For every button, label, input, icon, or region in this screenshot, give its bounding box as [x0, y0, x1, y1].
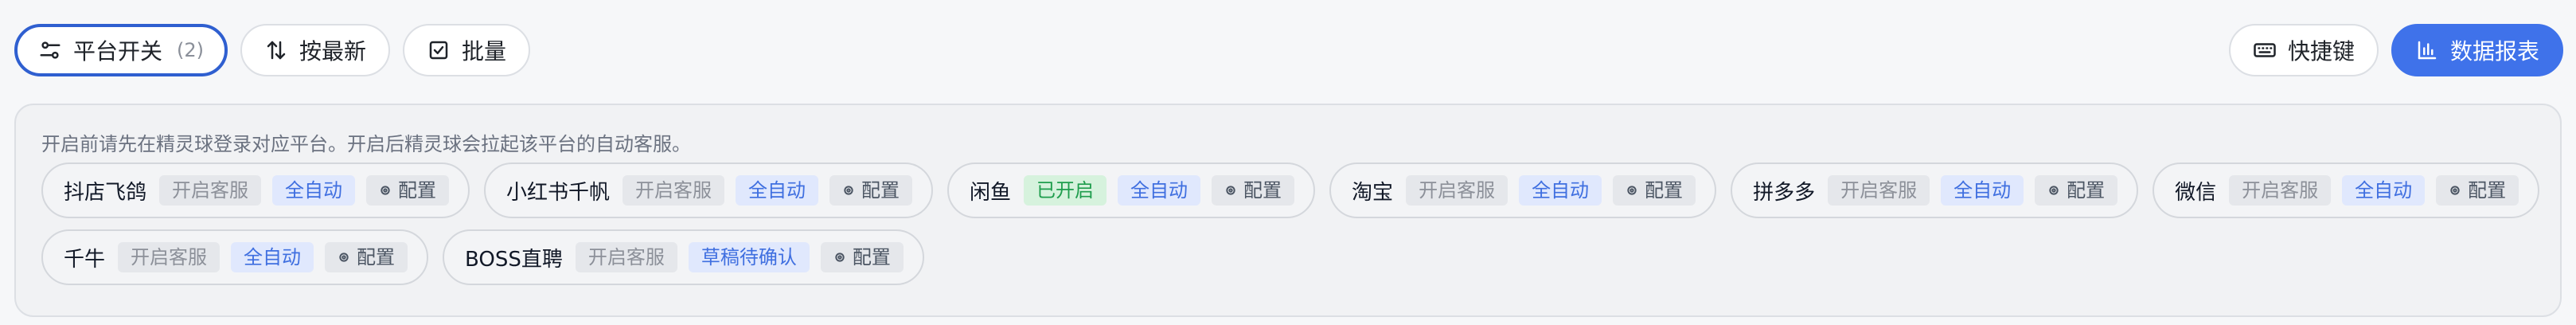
batch-button[interactable]: 批量 — [403, 24, 531, 76]
service-toggle-button[interactable]: 开启客服 — [159, 175, 262, 206]
mode-button[interactable]: 全自动 — [1118, 175, 1201, 206]
shortcuts-button[interactable]: 快捷键 — [2228, 24, 2379, 76]
gear-icon — [835, 253, 845, 262]
config-label: 配置 — [2468, 179, 2507, 202]
config-button[interactable]: 配置 — [820, 242, 904, 272]
config-button[interactable]: 配置 — [2436, 175, 2519, 206]
platform-card: 淘宝 开启客服 全自动 配置 — [1329, 162, 1717, 218]
platform-panel: 开启前请先在精灵球登录对应平台。开启后精灵球会拉起该平台的自动客服。 抖店飞鸽开… — [14, 104, 2562, 317]
platform-name: 小红书千帆 — [506, 180, 611, 205]
mode-button[interactable]: 全自动 — [272, 175, 356, 206]
config-button[interactable]: 配置 — [325, 242, 408, 272]
config-button[interactable]: 配置 — [1613, 175, 1696, 206]
gear-icon — [1226, 186, 1235, 195]
platform-name: 微信 — [2175, 180, 2217, 205]
config-label: 配置 — [398, 179, 437, 202]
mode-button[interactable]: 全自动 — [1519, 175, 1602, 206]
shortcuts-label: 快捷键 — [2287, 38, 2355, 65]
config-label: 配置 — [357, 246, 396, 268]
keyboard-icon — [2254, 43, 2276, 57]
sort-latest-button[interactable]: 按最新 — [240, 24, 391, 76]
platform-name: BOSS直聘 — [465, 247, 563, 272]
platform-name: 抖店飞鸽 — [64, 180, 147, 205]
config-label: 配置 — [1243, 179, 1282, 202]
mode-button[interactable]: 草稿待确认 — [688, 242, 810, 272]
platform-name: 闲鱼 — [970, 180, 1012, 205]
sliders-icon — [40, 41, 60, 59]
service-toggle-button[interactable]: 开启客服 — [118, 242, 221, 272]
config-label: 配置 — [852, 246, 891, 268]
config-button[interactable]: 配置 — [366, 175, 450, 206]
platform-switch-label: 平台开关 — [73, 38, 163, 65]
data-report-label: 数据报表 — [2449, 38, 2539, 65]
batch-label: 批量 — [462, 38, 507, 65]
config-label: 配置 — [861, 179, 900, 202]
platform-card: 抖店飞鸽 开启客服 全自动 配置 — [41, 162, 470, 218]
gear-icon — [339, 253, 349, 262]
mode-button[interactable]: 全自动 — [736, 175, 819, 206]
sort-arrows-icon — [267, 41, 286, 60]
service-toggle-button[interactable]: 开启客服 — [1406, 175, 1509, 206]
platform-card: 千牛 开启客服 全自动 配置 — [41, 229, 429, 285]
platform-switch-count: (2) — [177, 39, 205, 61]
mode-button[interactable]: 全自动 — [231, 242, 314, 272]
platform-name: 淘宝 — [1352, 180, 1394, 205]
platform-cards: 抖店飞鸽 开启客服 全自动 配置 小红书千帆 开启客服 全自动 配置 闲鱼 已开启 全自动 配置 淘宝开… — [41, 162, 2549, 285]
sort-latest-label: 按最新 — [299, 38, 367, 65]
platform-name: 千牛 — [64, 247, 106, 272]
service-toggle-button[interactable]: 开启客服 — [2229, 175, 2332, 206]
platform-card: 闲鱼 已开启 全自动 配置 — [947, 162, 1316, 218]
platform-card: 小红书千帆 开启客服 全自动 配置 — [484, 162, 934, 218]
config-button[interactable]: 配置 — [829, 175, 913, 206]
data-report-button[interactable]: 数据报表 — [2391, 24, 2563, 76]
service-toggle-button[interactable]: 已开启 — [1024, 175, 1107, 206]
gear-icon — [381, 186, 390, 195]
config-label: 配置 — [2067, 179, 2106, 202]
mode-button[interactable]: 全自动 — [2342, 175, 2426, 206]
gear-icon — [2049, 186, 2059, 195]
service-toggle-button[interactable]: 开启客服 — [1828, 175, 1930, 206]
service-toggle-button[interactable]: 开启客服 — [623, 175, 725, 206]
service-toggle-button[interactable]: 开启客服 — [575, 242, 677, 272]
config-button[interactable]: 配置 — [2035, 175, 2118, 206]
platform-card: BOSS直聘 开启客服 草稿待确认 配置 — [443, 229, 924, 285]
platform-card: 微信 开启客服 全自动 配置 — [2153, 162, 2540, 218]
platform-name: 拼多多 — [1753, 180, 1816, 205]
platform-switch-button[interactable]: 平台开关 (2) — [14, 24, 228, 76]
platform-card: 拼多多 开启客服 全自动 配置 — [1731, 162, 2139, 218]
toolbar: 平台开关 (2) 按最新 批量 快捷键 数据报表 — [14, 24, 2563, 76]
gear-icon — [1627, 186, 1637, 195]
gear-icon — [2450, 186, 2460, 195]
login-notice: 开启前请先在精灵球登录对应平台。开启后精灵球会拉起该平台的自动客服。 — [41, 133, 691, 155]
checkbox-icon — [429, 41, 448, 60]
bar-chart-icon — [2418, 41, 2437, 60]
mode-button[interactable]: 全自动 — [1941, 175, 2024, 206]
config-label: 配置 — [1645, 179, 1684, 202]
gear-icon — [844, 186, 853, 195]
config-button[interactable]: 配置 — [1212, 175, 1295, 206]
